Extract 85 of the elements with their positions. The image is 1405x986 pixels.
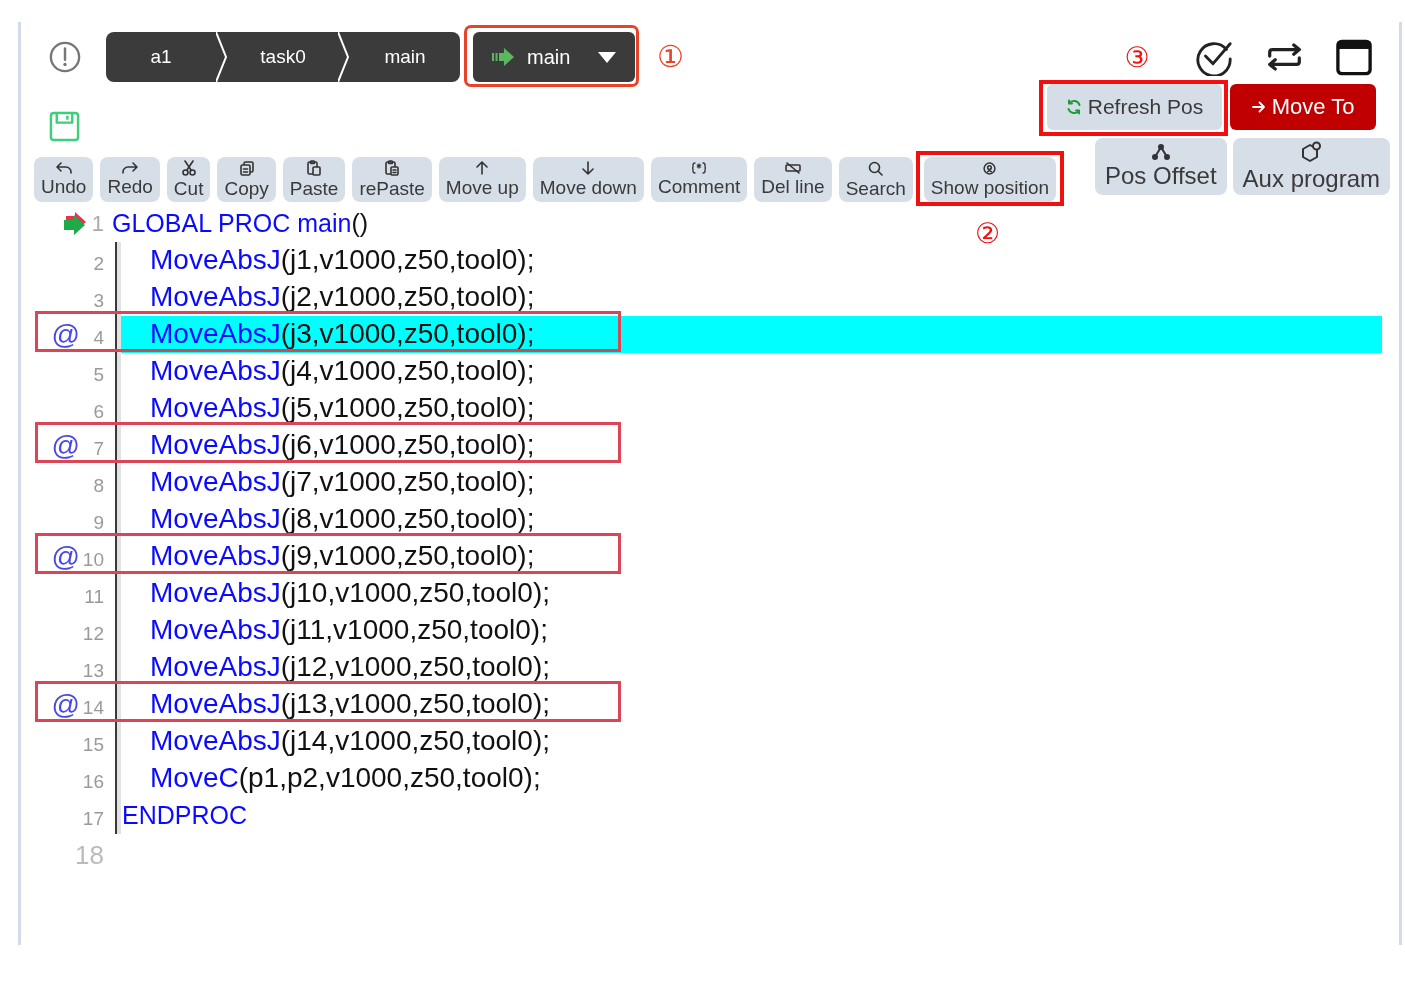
line-number: 16 [82, 770, 104, 791]
repaste-button[interactable]: rePaste [352, 157, 432, 202]
line-number: 10 [82, 548, 104, 569]
swap-arrows-icon[interactable] [1266, 43, 1303, 71]
exclamation-icon[interactable] [49, 41, 81, 73]
run-arrow-icon [492, 48, 514, 66]
code-text: MoveAbsJ(j5,v1000,z50,tool0); [150, 393, 535, 424]
code-text: MoveAbsJ(j7,v1000,z50,tool0); [150, 467, 535, 498]
code-text: MoveAbsJ(j8,v1000,z50,tool0); [150, 504, 535, 535]
line-number: 2 [93, 252, 104, 273]
chevron-icon [216, 32, 228, 82]
pos-offset-button[interactable]: Pos Offset [1095, 138, 1227, 195]
line-number: 1 [91, 213, 104, 235]
line-number: 6 [93, 400, 104, 421]
scissors-icon [181, 160, 196, 176]
search-button[interactable]: Search [838, 157, 913, 202]
down-arrow-icon [582, 161, 595, 175]
chevron-icon [338, 32, 350, 82]
line-number: 9 [93, 511, 104, 532]
search-icon [868, 160, 884, 176]
line-number: 8 [93, 474, 104, 495]
routine-dropdown[interactable]: main [473, 32, 635, 82]
refresh-icon [1065, 99, 1082, 115]
window-icon[interactable] [1336, 38, 1372, 76]
code-text: ENDPROC [122, 801, 247, 830]
code-text: GLOBAL PROC main() [112, 210, 369, 238]
move-to-button[interactable]: Move To [1230, 84, 1376, 130]
code-text: MoveAbsJ(j14,v1000,z50,tool0); [150, 726, 550, 757]
code-text: MoveAbsJ(j12,v1000,z50,tool0); [150, 652, 550, 683]
breadcrumb-item[interactable]: task0 [228, 32, 338, 82]
line-number: 11 [84, 585, 104, 606]
undo-icon [55, 162, 72, 174]
redo-button[interactable]: Redo [100, 157, 160, 202]
code-text: MoveAbsJ(j10,v1000,z50,tool0); [150, 578, 550, 609]
braces-icon [691, 162, 708, 174]
line-number: 5 [93, 363, 104, 384]
line-number: 7 [93, 437, 104, 458]
at-marker: @ [51, 542, 80, 571]
breadcrumb-item[interactable]: main [350, 32, 460, 82]
breadcrumb-item[interactable]: a1 [106, 32, 216, 82]
move-down-button[interactable]: Move down [532, 157, 644, 202]
location-ring-icon [983, 161, 997, 175]
at-marker: @ [51, 431, 80, 460]
code-text: MoveAbsJ(j11,v1000,z50,tool0); [150, 615, 548, 646]
refresh-pos-button[interactable]: Refresh Pos [1047, 84, 1222, 130]
line-number: 14 [82, 696, 104, 717]
undo-button[interactable]: Undo [34, 157, 94, 202]
copy-button[interactable]: Copy [217, 157, 276, 202]
redo-icon [122, 162, 139, 174]
up-arrow-icon [476, 161, 489, 175]
aux-program-button[interactable]: Aux program [1232, 138, 1390, 195]
comment-button[interactable]: Comment [650, 157, 748, 202]
line-number: 12 [82, 622, 104, 643]
crossed-rectangle-icon [784, 162, 801, 174]
callout-number: ③ [1124, 44, 1150, 72]
line-number: 15 [82, 733, 104, 754]
caret-down-icon [598, 51, 616, 63]
clipboard-icon [385, 160, 400, 176]
at-marker: @ [51, 690, 80, 719]
code-text: MoveAbsJ(j4,v1000,z50,tool0); [150, 356, 535, 387]
line-number: 3 [93, 289, 104, 310]
code-text: MoveAbsJ(j9,v1000,z50,tool0); [150, 541, 535, 572]
del-line-button[interactable]: Del line [754, 157, 832, 202]
right-arrow-icon [1251, 101, 1266, 113]
callout-number: ② [975, 220, 1001, 248]
code-text: MoveAbsJ(j1,v1000,z50,tool0); [150, 245, 535, 276]
hexagon-icon [1300, 141, 1323, 163]
clipboard-icon [307, 160, 322, 176]
code-text: MoveAbsJ(j2,v1000,z50,tool0); [150, 282, 535, 313]
show-position-button[interactable]: Show position [923, 157, 1057, 202]
line-number: 18 [75, 842, 104, 868]
branch-nodes-icon [1151, 144, 1170, 160]
paste-button[interactable]: Paste [282, 157, 346, 202]
at-marker: @ [51, 320, 80, 349]
code-text: MoveC(p1,p2,v1000,z50,tool0); [150, 763, 541, 794]
copy-icon [239, 160, 254, 176]
code-text: MoveAbsJ(j13,v1000,z50,tool0); [150, 689, 550, 720]
cut-button[interactable]: Cut [166, 157, 211, 202]
line-number: 17 [82, 807, 104, 828]
move-up-button[interactable]: Move up [438, 157, 526, 202]
line-number: 13 [82, 659, 104, 680]
code-text: MoveAbsJ(j6,v1000,z50,tool0); [150, 430, 535, 461]
code-text: MoveAbsJ(j3,v1000,z50,tool0); [150, 319, 535, 350]
callout-number: ① [657, 42, 684, 72]
line-number: 4 [93, 326, 104, 347]
